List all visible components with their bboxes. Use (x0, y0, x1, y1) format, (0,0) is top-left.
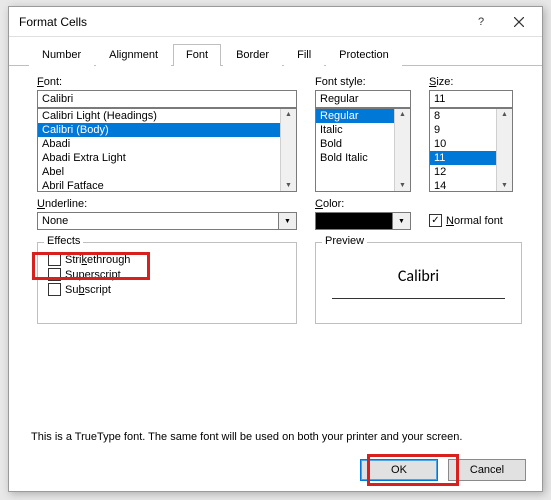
checkbox-icon (48, 283, 61, 296)
close-icon (514, 17, 524, 27)
superscript-checkbox[interactable]: Superscript (48, 268, 286, 281)
normal-font-label: Normal font (446, 215, 503, 227)
tab-alignment[interactable]: Alignment (96, 44, 171, 66)
size-input[interactable] (429, 90, 513, 108)
preview-sample: Calibri (332, 255, 505, 299)
superscript-label: Superscript (65, 269, 121, 281)
titlebar: Format Cells ? (9, 7, 542, 37)
font-hint: This is a TrueType font. The same font w… (31, 431, 520, 443)
tab-font[interactable]: Font (173, 44, 221, 66)
scrollbar[interactable]: ▲▼ (496, 109, 512, 191)
list-item[interactable]: Abel (38, 165, 296, 179)
close-button[interactable] (500, 10, 538, 34)
checkbox-icon (429, 214, 442, 227)
color-combo[interactable]: ▼ (315, 212, 411, 230)
strikethrough-checkbox[interactable]: Strikethrough (48, 253, 286, 266)
tab-number[interactable]: Number (29, 44, 94, 66)
preview-group: Preview Calibri (315, 242, 522, 324)
size-listbox[interactable]: 8 9 10 11 12 14 ▲▼ (429, 108, 513, 192)
cancel-button[interactable]: Cancel (448, 459, 526, 481)
chevron-up-icon: ▲ (501, 109, 508, 120)
font-style-listbox[interactable]: Regular Italic Bold Bold Italic ▲▼ (315, 108, 411, 192)
chevron-down-icon[interactable]: ▼ (279, 212, 297, 230)
underline-input[interactable] (37, 212, 279, 230)
scrollbar[interactable]: ▲▼ (280, 109, 296, 191)
effects-group: Effects Strikethrough Superscript Subscr… (37, 242, 297, 324)
dialog-title: Format Cells (19, 15, 462, 29)
size-label: Size: (429, 76, 513, 88)
tab-content: Font: Calibri Light (Headings) Calibri (… (9, 66, 542, 461)
list-item[interactable]: Abadi (38, 137, 296, 151)
font-label: Font: (37, 76, 297, 88)
chevron-down-icon[interactable]: ▼ (393, 212, 411, 230)
subscript-checkbox[interactable]: Subscript (48, 283, 286, 296)
list-item[interactable]: Abadi Extra Light (38, 151, 296, 165)
ok-button[interactable]: OK (360, 459, 438, 481)
normal-font-checkbox[interactable]: Normal font (429, 214, 513, 227)
tab-border[interactable]: Border (223, 44, 282, 66)
color-label: Color: (315, 198, 411, 210)
effects-legend: Effects (44, 235, 83, 247)
preview-legend: Preview (322, 235, 367, 247)
font-listbox[interactable]: Calibri Light (Headings) Calibri (Body) … (37, 108, 297, 192)
list-item[interactable]: Calibri (Body) (38, 123, 296, 137)
dialog-footer: OK Cancel (360, 459, 526, 481)
chevron-down-icon: ▼ (501, 180, 508, 191)
chevron-up-icon: ▲ (285, 109, 292, 120)
tab-strip: Number Alignment Font Border Fill Protec… (9, 37, 542, 66)
strikethrough-label: Strikethrough (65, 254, 130, 266)
chevron-down-icon: ▼ (399, 180, 406, 191)
checkbox-icon (48, 268, 61, 281)
scrollbar[interactable]: ▲▼ (394, 109, 410, 191)
font-input[interactable] (37, 90, 297, 108)
font-style-input[interactable] (315, 90, 411, 108)
help-button[interactable]: ? (462, 10, 500, 34)
chevron-down-icon: ▼ (285, 180, 292, 191)
checkbox-icon (48, 253, 61, 266)
list-item[interactable]: Calibri Light (Headings) (38, 109, 296, 123)
tab-protection[interactable]: Protection (326, 44, 402, 66)
subscript-label: Subscript (65, 284, 111, 296)
underline-combo[interactable]: ▼ (37, 212, 297, 230)
font-style-label: Font style: (315, 76, 411, 88)
chevron-up-icon: ▲ (399, 109, 406, 120)
format-cells-dialog: Format Cells ? Number Alignment Font Bor… (8, 6, 543, 492)
color-swatch (315, 212, 393, 230)
underline-label: Underline: (37, 198, 297, 210)
tab-fill[interactable]: Fill (284, 44, 324, 66)
list-item[interactable]: Abril Fatface (38, 179, 296, 192)
